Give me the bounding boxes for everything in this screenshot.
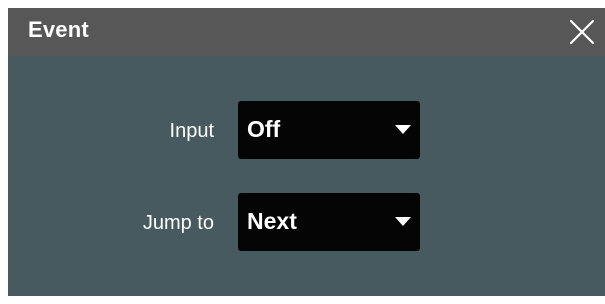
close-icon	[569, 19, 595, 45]
event-dialog: Event Input Off Jump to Next	[8, 8, 605, 296]
jump-to-label: Jump to	[142, 212, 214, 234]
jump-to-select-value: Next	[247, 208, 297, 234]
input-select[interactable]: Off	[238, 101, 420, 159]
close-button[interactable]	[564, 14, 600, 50]
input-label: Input	[169, 120, 214, 142]
jump-to-select[interactable]: Next	[238, 193, 420, 251]
caret-down-icon	[395, 125, 411, 135]
dialog-title: Event	[28, 17, 89, 42]
caret-down-icon	[395, 217, 411, 227]
dialog-titlebar: Event	[8, 8, 605, 56]
input-select-value: Off	[247, 116, 281, 142]
